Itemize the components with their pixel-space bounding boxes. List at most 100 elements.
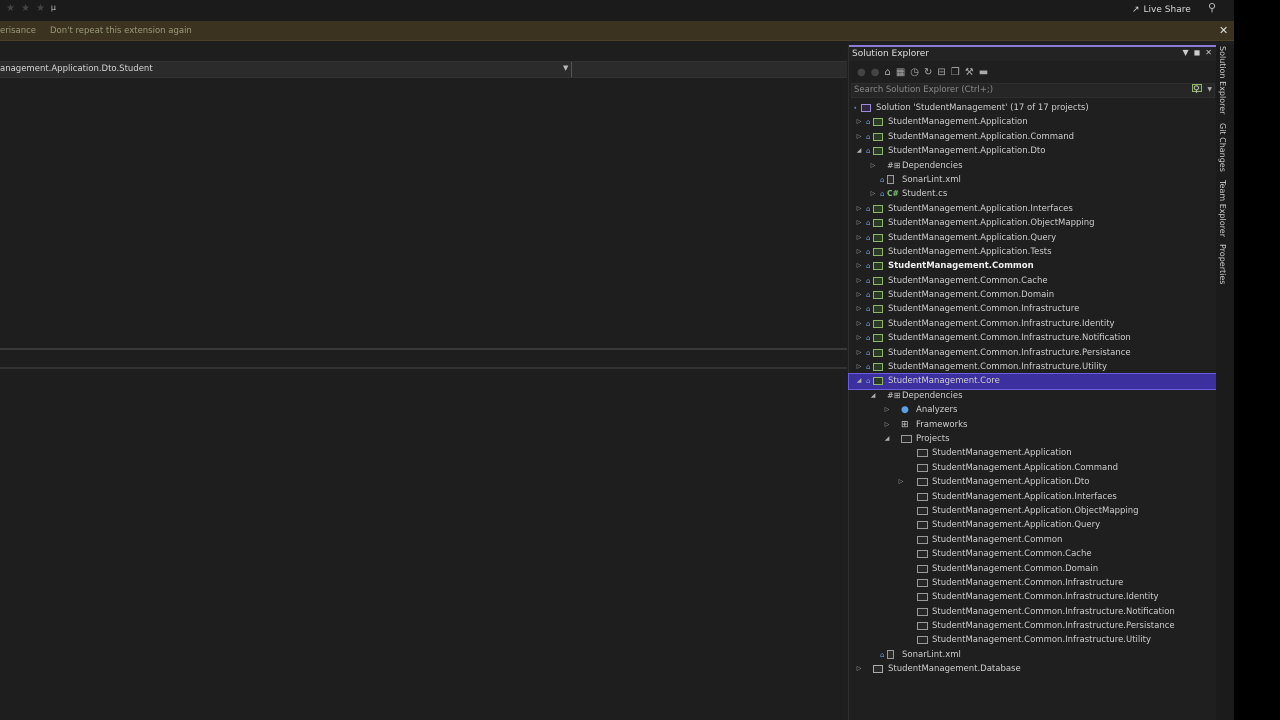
expand-arrow-icon[interactable]: ▷ xyxy=(855,130,863,144)
expand-arrow-icon[interactable]: ▷ xyxy=(855,331,863,345)
tree-item[interactable]: StudentManagement.Application.Command xyxy=(849,461,1218,475)
chevron-down-icon[interactable]: ▼ xyxy=(1207,86,1212,93)
tree-item[interactable]: ▷ ⌂ StudentManagement.Common.Infrastructur… xyxy=(849,317,1218,331)
tree-item[interactable]: StudentManagement.Common.Infrastructure.… xyxy=(849,619,1218,633)
info-bar-link-left[interactable]: erisance xyxy=(0,26,36,36)
home-icon[interactable]: ⌂ xyxy=(884,67,890,78)
tree-item[interactable]: ▷ ⌂ StudentManagement.Application.Interfac… xyxy=(849,202,1218,216)
feedback-icon[interactable]: ⚲ xyxy=(1208,1,1216,14)
expand-arrow-icon[interactable]: ▷ xyxy=(855,202,863,216)
expand-arrow-icon[interactable]: ▷ xyxy=(883,403,891,417)
search-box[interactable]: Search Solution Explorer (Ctrl+;) ⚲ ▼ xyxy=(851,83,1215,98)
tree-item[interactable]: ▷ ⌂ StudentManagement.Common.Cache xyxy=(849,274,1218,288)
pin-icon[interactable]: ★ xyxy=(6,3,15,14)
expand-arrow-icon[interactable]: ▷ xyxy=(855,274,863,288)
collapse-arrow-icon[interactable]: ◢ xyxy=(855,374,863,388)
collapse-arrow-icon[interactable]: ◢ xyxy=(883,432,891,446)
pin-icon[interactable]: ★ xyxy=(21,3,30,14)
tab-git-changes[interactable]: Git Changes xyxy=(1218,123,1227,172)
tree-item[interactable]: ▷ ⌂ StudentManagement.Common.Infrastructur… xyxy=(849,360,1218,374)
tree-item[interactable]: ▷ StudentManagement.Application.Dto xyxy=(849,475,1218,489)
pin-icon[interactable]: ★ xyxy=(36,3,45,14)
tree-item[interactable]: StudentManagement.Common xyxy=(849,533,1218,547)
tree-item[interactable]: ◢ Projects xyxy=(849,432,1218,446)
expand-arrow-icon[interactable]: ▷ xyxy=(883,418,891,432)
close-icon[interactable]: ✕ xyxy=(1205,48,1212,57)
tree-item[interactable]: ▷ ⌂ StudentManagement.Application.Query xyxy=(849,231,1218,245)
expand-arrow-icon[interactable]: ▷ xyxy=(855,259,863,273)
tree-item[interactable]: ▷ ⌂ StudentManagement.Application.ObjectMa… xyxy=(849,216,1218,230)
expand-arrow-icon[interactable]: ▷ xyxy=(855,662,863,676)
tree-item[interactable]: StudentManagement.Application xyxy=(849,446,1218,460)
search-icon[interactable]: ⚲ xyxy=(1192,84,1202,95)
live-share-button[interactable]: ↗ Live Share xyxy=(1132,2,1191,18)
tree-item[interactable]: ▷ ⌂ StudentManagement.Common.Infrastructur… xyxy=(849,302,1218,316)
tree-item[interactable]: ⌂ SonarLint.xml xyxy=(849,173,1218,187)
tree-item[interactable]: ▷ ⊞ Frameworks xyxy=(849,418,1218,432)
lock-icon: ⌂ xyxy=(880,190,885,199)
tab-team-explorer[interactable]: Team Explorer xyxy=(1218,180,1227,237)
project-reference-icon xyxy=(917,449,928,458)
tree-item[interactable]: ▷ ⌂ StudentManagement.Common.Domain xyxy=(849,288,1218,302)
expand-arrow-icon[interactable]: ▷ xyxy=(855,346,863,360)
project-reference-icon xyxy=(917,622,928,631)
tree-item[interactable]: ⌂ SonarLint.xml xyxy=(849,648,1218,662)
tree-item[interactable]: StudentManagement.Application.Query xyxy=(849,518,1218,532)
back-icon[interactable]: ● xyxy=(857,67,866,78)
tree-item[interactable]: StudentManagement.Application.Interfaces xyxy=(849,490,1218,504)
type-dropdown[interactable]: anagement.Application.Dto.Student ▼ xyxy=(0,62,572,77)
expand-arrow-icon[interactable]: ▷ xyxy=(855,288,863,302)
dont-repeat-link[interactable]: Don't repeat this extension again xyxy=(50,26,192,36)
tree-item[interactable]: ▷ ⌂ StudentManagement.Application xyxy=(849,115,1218,129)
switch-views-icon[interactable]: ▦ xyxy=(896,67,905,78)
close-icon[interactable]: ✕ xyxy=(1219,24,1228,37)
expand-arrow-icon[interactable]: ▷ xyxy=(897,475,905,489)
tree-item[interactable]: ▷ ⌂ C# Student.cs xyxy=(849,187,1218,201)
tree-item[interactable]: ◢ #⊞ Dependencies xyxy=(849,389,1218,403)
tree-item[interactable]: ▷ ● Analyzers xyxy=(849,403,1218,417)
tree-item[interactable]: StudentManagement.Common.Infrastructure.… xyxy=(849,590,1218,604)
forward-icon[interactable]: ● xyxy=(871,67,880,78)
tree-item[interactable]: StudentManagement.Common.Infrastructure.… xyxy=(849,633,1218,647)
title-bar: ★ ★ ★ µ ↗ Live Share ⚲ xyxy=(0,0,1234,21)
tree-item[interactable]: ◢ ⌂ StudentManagement.Application.Dto xyxy=(849,144,1218,158)
tree-item[interactable]: ▷ ⌂ StudentManagement.Common xyxy=(849,259,1218,273)
tree-item[interactable]: StudentManagement.Common.Cache xyxy=(849,547,1218,561)
show-all-files-icon[interactable]: ❐ xyxy=(951,67,960,78)
tree-item[interactable]: ▷ ⌂ StudentManagement.Application.Tests xyxy=(849,245,1218,259)
collapse-arrow-icon[interactable]: ◢ xyxy=(855,144,863,158)
refresh-icon[interactable]: ↻ xyxy=(924,67,932,78)
search-input[interactable]: Search Solution Explorer (Ctrl+;) xyxy=(854,85,993,95)
properties-icon[interactable]: ⚒ xyxy=(965,67,974,78)
tree-item[interactable]: StudentManagement.Application.ObjectMapp… xyxy=(849,504,1218,518)
tab-solution-explorer[interactable]: Solution Explorer xyxy=(1218,46,1227,114)
expand-arrow-icon[interactable]: ▷ xyxy=(869,159,877,173)
history-icon[interactable]: ◷ xyxy=(910,67,919,78)
expand-arrow-icon[interactable]: ▷ xyxy=(855,216,863,230)
expand-arrow-icon[interactable]: ▷ xyxy=(855,245,863,259)
panel-divider[interactable] xyxy=(0,348,847,350)
tree-item-solution[interactable]: ⋆ Solution 'StudentManagement' (17 of 17… xyxy=(849,101,1218,115)
chevron-down-icon[interactable]: ▼ xyxy=(1183,48,1189,57)
expand-arrow-icon[interactable]: ▷ xyxy=(855,302,863,316)
tree-item[interactable]: StudentManagement.Common.Infrastructure.… xyxy=(849,605,1218,619)
tree-item[interactable]: ▷ #⊞ Dependencies xyxy=(849,159,1218,173)
expand-arrow-icon[interactable]: ▷ xyxy=(855,317,863,331)
collapse-all-icon[interactable]: ⊟ xyxy=(937,67,945,78)
collapse-arrow-icon[interactable]: ◢ xyxy=(869,389,877,403)
tree-item[interactable]: ▷ StudentManagement.Database xyxy=(849,662,1218,676)
tree-item[interactable]: ▷ ⌂ StudentManagement.Common.Infrastructur… xyxy=(849,331,1218,345)
tree-item[interactable]: StudentManagement.Common.Domain xyxy=(849,562,1218,576)
expand-arrow-icon[interactable]: ▷ xyxy=(855,231,863,245)
tab-properties[interactable]: Properties xyxy=(1218,244,1227,284)
expand-arrow-icon[interactable]: ▷ xyxy=(855,360,863,374)
pin-icon[interactable]: ◼ xyxy=(1194,48,1201,57)
editor-area[interactable]: anagement.Application.Dto.Student ▼ xyxy=(0,42,847,720)
preview-icon[interactable]: ▬ xyxy=(979,67,988,78)
tree-item[interactable]: StudentManagement.Common.Infrastructure xyxy=(849,576,1218,590)
tree-item[interactable]: ◢ ⌂ StudentManagement.Core xyxy=(848,373,1217,390)
tree-item[interactable]: ▷ ⌂ StudentManagement.Application.Command xyxy=(849,130,1218,144)
expand-arrow-icon[interactable]: ▷ xyxy=(869,187,877,201)
expand-arrow-icon[interactable]: ▷ xyxy=(855,115,863,129)
tree-item[interactable]: ▷ ⌂ StudentManagement.Common.Infrastructur… xyxy=(849,346,1218,360)
